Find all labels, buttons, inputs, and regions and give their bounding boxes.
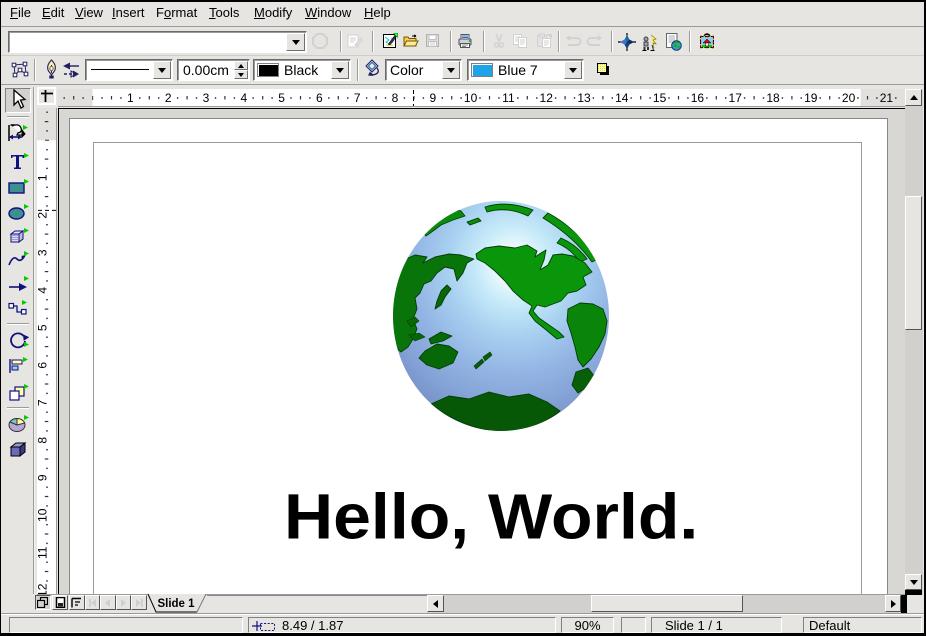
svg-text:12: 12 — [540, 91, 554, 105]
svg-text:19: 19 — [804, 91, 818, 105]
svg-text:5: 5 — [37, 324, 50, 331]
svg-text:9: 9 — [37, 474, 50, 481]
svg-text:11: 11 — [37, 546, 50, 559]
svg-text:6: 6 — [37, 362, 50, 369]
svg-text:5: 5 — [278, 91, 285, 105]
svg-text:Slide 1: Slide 1 — [157, 598, 195, 610]
svg-text:10: 10 — [464, 91, 478, 105]
svg-text:10: 10 — [37, 508, 50, 522]
svg-text:1: 1 — [37, 174, 50, 181]
svg-text:20: 20 — [842, 91, 856, 105]
svg-text:3: 3 — [203, 91, 210, 105]
svg-text:8: 8 — [37, 437, 50, 444]
svg-text:11: 11 — [502, 91, 515, 105]
svg-text:2: 2 — [37, 212, 50, 219]
svg-text:17: 17 — [729, 91, 743, 105]
svg-text:3: 3 — [37, 249, 50, 256]
svg-text:4: 4 — [37, 287, 50, 294]
svg-text:7: 7 — [354, 91, 361, 105]
svg-text:21: 21 — [880, 91, 894, 105]
svg-text:16: 16 — [691, 91, 705, 105]
svg-text:12: 12 — [37, 583, 50, 594]
svg-text:18: 18 — [766, 91, 780, 105]
svg-text:4: 4 — [240, 91, 247, 105]
svg-text:2: 2 — [165, 91, 172, 105]
svg-text:15: 15 — [653, 91, 667, 105]
svg-text:9: 9 — [429, 91, 436, 105]
svg-text:8: 8 — [392, 91, 399, 105]
svg-text:6: 6 — [316, 91, 323, 105]
svg-text:1: 1 — [127, 91, 134, 105]
svg-text:13: 13 — [577, 91, 591, 105]
svg-text:7: 7 — [37, 399, 50, 406]
svg-text:14: 14 — [615, 91, 629, 105]
